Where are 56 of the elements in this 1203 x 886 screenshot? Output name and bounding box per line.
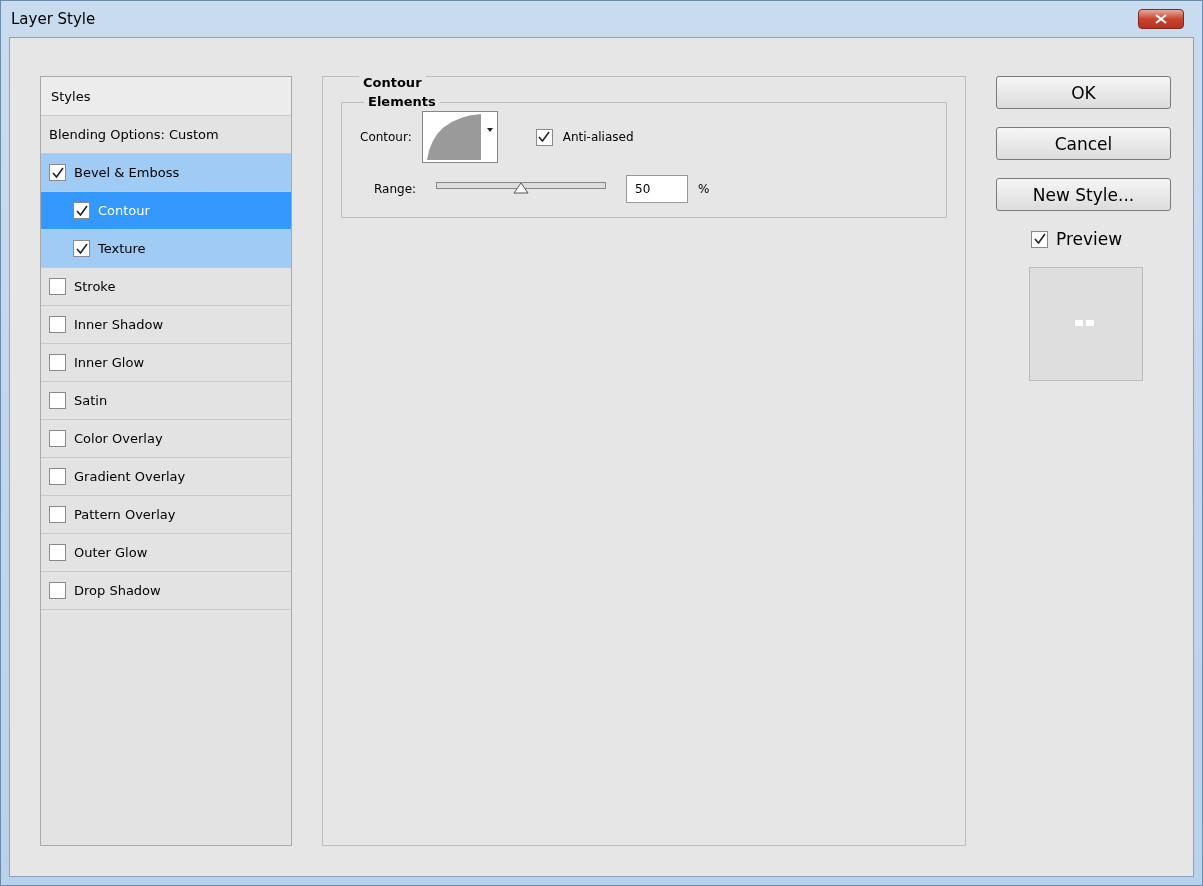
caret-icon[interactable] bbox=[485, 127, 494, 133]
style-item[interactable]: Color Overlay bbox=[41, 420, 291, 458]
preview-label: Preview bbox=[1056, 229, 1123, 249]
checkbox[interactable] bbox=[49, 392, 66, 409]
style-item[interactable]: Drop Shadow bbox=[41, 572, 291, 610]
dialog-button[interactable]: OK bbox=[996, 76, 1171, 109]
checkbox[interactable] bbox=[49, 316, 66, 333]
style-label: Color Overlay bbox=[74, 431, 163, 446]
style-label: Bevel & Emboss bbox=[74, 165, 180, 180]
unit-label: % bbox=[698, 182, 710, 196]
style-item[interactable]: Gradient Overlay bbox=[41, 458, 291, 496]
style-item[interactable]: Satin bbox=[41, 382, 291, 420]
style-label: Contour bbox=[98, 203, 150, 218]
checkbox[interactable] bbox=[49, 506, 66, 523]
dialog-button[interactable]: New Style... bbox=[996, 178, 1171, 211]
slider-thumb[interactable] bbox=[513, 182, 530, 194]
style-label: Drop Shadow bbox=[74, 583, 161, 598]
style-item[interactable]: Inner Shadow bbox=[41, 306, 291, 344]
style-label: Blending Options: Custom bbox=[49, 127, 219, 142]
style-label: Satin bbox=[74, 393, 108, 408]
style-label: Stroke bbox=[74, 279, 116, 294]
range-field[interactable]: 50 bbox=[626, 175, 689, 203]
checkbox[interactable] bbox=[49, 430, 66, 447]
window-title: Layer Style bbox=[11, 10, 96, 28]
style-label: Pattern Overlay bbox=[74, 507, 176, 522]
style-label: Outer Glow bbox=[74, 545, 148, 560]
checkbox[interactable] bbox=[1031, 230, 1048, 248]
checkbox[interactable] bbox=[49, 582, 66, 599]
anti-aliased-label: Anti-aliased bbox=[562, 130, 634, 144]
checkbox[interactable] bbox=[49, 354, 66, 371]
contour-label: Contour: bbox=[360, 130, 412, 144]
style-item[interactable]: Bevel & Emboss bbox=[41, 154, 291, 192]
style-label: Gradient Overlay bbox=[74, 469, 186, 484]
style-label: Texture bbox=[98, 241, 146, 256]
checkbox[interactable] bbox=[49, 544, 66, 561]
style-label: Inner Shadow bbox=[74, 317, 164, 332]
close-icon bbox=[1155, 14, 1167, 24]
style-item[interactable]: Outer Glow bbox=[41, 534, 291, 572]
dialog-button[interactable]: Cancel bbox=[996, 127, 1171, 160]
close-button[interactable] bbox=[1138, 9, 1184, 29]
checkbox[interactable] bbox=[49, 278, 66, 295]
style-item[interactable]: Pattern Overlay bbox=[41, 496, 291, 534]
group-title: Elements bbox=[364, 94, 440, 109]
range-slider[interactable] bbox=[436, 182, 607, 196]
checkbox[interactable] bbox=[49, 468, 66, 485]
panel-title: Contour bbox=[359, 75, 426, 90]
range-label: Range: bbox=[374, 182, 417, 196]
style-item[interactable]: Inner Glow bbox=[41, 344, 291, 382]
style-label: Inner Glow bbox=[74, 355, 145, 370]
checkbox[interactable] bbox=[535, 128, 553, 146]
checkbox[interactable] bbox=[49, 164, 66, 181]
style-item[interactable]: Texture bbox=[41, 230, 291, 268]
checkbox[interactable] bbox=[73, 202, 90, 219]
style-item[interactable]: Stroke bbox=[41, 268, 291, 306]
checkbox[interactable] bbox=[73, 240, 90, 257]
styles-header: Styles bbox=[41, 77, 291, 116]
